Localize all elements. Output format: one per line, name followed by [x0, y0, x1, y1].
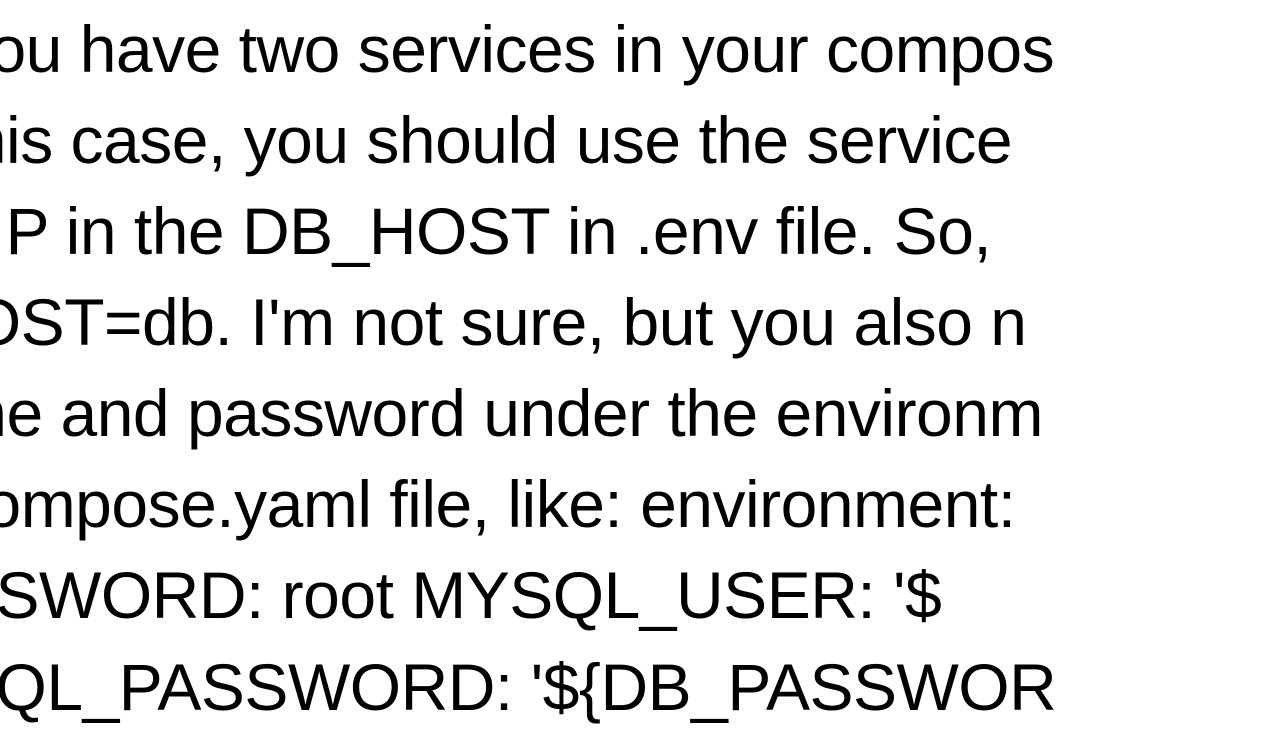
text-line-8: SQL_PASSWORD: '${DB_PASSWOR	[0, 642, 1056, 733]
text-line-4: IOST=db. I'm not sure, but you also n	[0, 277, 1056, 368]
text-line-6: compose.yaml file, like: environment:	[0, 459, 1056, 550]
text-line-3: f IP in the DB_HOST in .env file. So,	[0, 186, 1056, 277]
document-text-block: You have two services in your compos thi…	[0, 4, 1056, 733]
text-line-1: You have two services in your compos	[0, 4, 1056, 95]
text-line-5: me and password under the environm	[0, 368, 1056, 459]
text-line-7: SSWORD: root MYSQL_USER: '$	[0, 550, 1056, 641]
text-line-2: this case, you should use the service	[0, 95, 1056, 186]
